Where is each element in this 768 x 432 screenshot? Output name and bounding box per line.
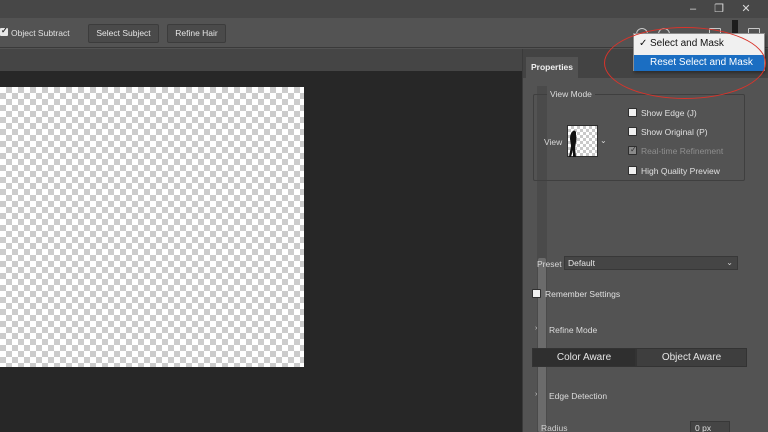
scrollbar-thumb[interactable] [538,258,546,432]
object-subtract-label: Object Subtract [11,28,70,38]
remember-settings-checkbox[interactable] [532,289,541,298]
radius-label: Radius [541,423,568,432]
check-icon: ✓ [1,26,8,35]
edge-detection-title: Edge Detection [549,391,608,401]
show-original-label: Show Original (P) [641,127,708,137]
select-subject-button[interactable]: Select Subject [88,24,159,43]
object-subtract-checkbox[interactable]: ✓ [0,26,8,36]
tab-properties[interactable]: Properties [526,57,578,78]
remember-settings-label: Remember Settings [545,289,621,299]
color-aware-button[interactable]: Color Aware [532,348,636,367]
document-transparent-canvas[interactable] [0,87,304,367]
realtime-refinement-checkbox: ✓ [628,145,637,155]
realtime-refinement-label: Real-time Refinement [641,146,724,156]
object-aware-button[interactable]: Object Aware [636,348,747,367]
canvas-header [0,49,522,71]
restore-icon[interactable]: ❐ [706,0,732,18]
show-edge-label: Show Edge (J) [641,108,697,118]
refine-mode-chevron-icon[interactable]: › [535,325,537,332]
view-chevron-down-icon[interactable]: ⌄ [600,136,607,145]
title-bar: – ❐ ✕ [0,0,768,18]
preset-label: Preset [537,259,562,269]
chevron-down-icon: ⌄ [726,258,733,267]
view-mode-title: View Mode [547,89,595,99]
close-icon[interactable]: ✕ [733,0,759,18]
preset-select[interactable]: Default ⌄ [564,256,738,270]
high-quality-preview-checkbox[interactable] [628,166,637,175]
preset-value: Default [568,258,595,268]
edge-detection-chevron-icon[interactable]: › [535,391,537,398]
minimize-icon[interactable]: – [680,0,706,18]
annotation-circle [604,27,766,99]
show-original-checkbox[interactable] [628,127,637,136]
silhouette-icon [569,130,577,157]
refine-hair-button[interactable]: Refine Hair [167,24,226,43]
view-label: View [544,137,563,147]
radius-input[interactable]: 0 px [690,421,730,432]
show-edge-checkbox[interactable] [628,108,637,117]
high-quality-preview-label: High Quality Preview [641,166,720,176]
view-mode-thumbnail[interactable] [567,125,598,157]
refine-mode-title: Refine Mode [549,325,598,335]
check-icon: ✓ [630,145,637,154]
